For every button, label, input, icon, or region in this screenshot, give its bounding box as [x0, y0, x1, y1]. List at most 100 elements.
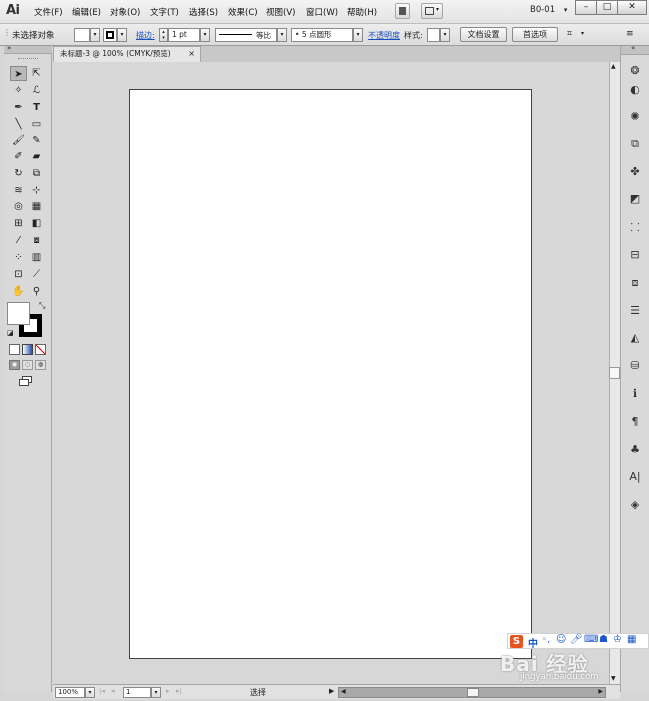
status-menu-icon[interactable]: ▶ — [329, 687, 334, 695]
graphic-styles-icon[interactable]: ◩ — [628, 192, 642, 206]
scroll-left-icon[interactable]: ◀ — [341, 688, 346, 695]
symbols-icon[interactable]: ✤ — [628, 165, 642, 179]
maximize-button[interactable]: □ — [596, 0, 618, 15]
menu-object[interactable]: 对象(O) — [110, 6, 140, 18]
zoom-dropdown[interactable]: ▾ — [85, 687, 95, 698]
scale-icon[interactable]: ⧉ — [28, 166, 45, 181]
tools-panel-header[interactable]: » — [4, 44, 52, 54]
next-artboard-icon[interactable]: ▸ — [166, 687, 170, 695]
opacity-label[interactable]: 不透明度 — [368, 30, 400, 41]
first-artboard-icon[interactable]: |◂ — [99, 687, 105, 695]
artboard-dropdown[interactable]: ▾ — [151, 687, 161, 698]
fill-swatch[interactable] — [74, 28, 90, 42]
close-button[interactable]: ✕ — [617, 0, 647, 15]
rotate-icon[interactable]: ↻ — [10, 166, 27, 181]
align-icon[interactable]: ⊟ — [628, 248, 642, 262]
stroke-weight-stepper[interactable]: ▴ ▾ — [159, 28, 168, 42]
horizontal-scrollbar[interactable]: ◀ ▶ — [338, 687, 606, 698]
profile-dropdown[interactable]: ▾ — [277, 28, 287, 42]
document-setup-button[interactable]: 文档设置 — [460, 27, 507, 42]
stroke-weight-field[interactable]: 1 pt — [168, 28, 200, 42]
mesh-icon[interactable]: ⊞ — [10, 216, 27, 231]
fill-color-box[interactable] — [7, 302, 30, 325]
stroke-icon[interactable]: ◭ — [628, 331, 642, 345]
preferences-button[interactable]: 首选项 — [512, 27, 558, 42]
artboard-number-field[interactable]: 1 — [123, 687, 151, 698]
appearance-icon[interactable]: ⸬ — [628, 221, 642, 235]
color-mode-icon[interactable] — [9, 344, 20, 355]
brush-definition[interactable]: • 5 点圆形 — [291, 28, 353, 42]
last-artboard-icon[interactable]: ▸| — [176, 687, 182, 695]
menu-edit[interactable]: 编辑(E) — [72, 6, 101, 18]
draw-inside-icon[interactable]: ◍ — [35, 360, 46, 370]
free-transform-icon[interactable]: ⊹ — [28, 183, 45, 198]
menu-help[interactable]: 帮助(H) — [347, 6, 377, 18]
ime-toolbar[interactable]: S 中 ◦, ☺ 🎤︎ ⌨ ☗ ♔ ▦ — [507, 633, 649, 650]
perspective-grid-icon[interactable]: ▦ — [28, 199, 45, 214]
panel-menu-icon[interactable]: ≡ — [626, 29, 634, 39]
style-swatch[interactable] — [427, 28, 440, 42]
color-panel-icon[interactable]: ❂ — [628, 64, 642, 78]
none-mode-icon[interactable] — [35, 344, 46, 355]
swatches-icon[interactable]: ✺ — [628, 110, 642, 124]
symbol-sprayer-icon[interactable]: ⁘ — [10, 250, 27, 265]
microphone-icon[interactable]: 🎤︎ — [570, 634, 583, 645]
menu-view[interactable]: 视图(V) — [266, 6, 295, 18]
keyboard-icon[interactable]: ⌨ — [584, 634, 598, 645]
brushes-icon[interactable]: ⧉ — [628, 137, 642, 151]
menu-window[interactable]: 窗口(W) — [306, 6, 338, 18]
transform-icon[interactable]: ⧈ — [628, 276, 642, 290]
stroke-label[interactable]: 描边: — [136, 30, 155, 41]
artboard[interactable] — [129, 89, 532, 659]
blend-icon[interactable]: ⧇ — [28, 233, 45, 248]
minimize-button[interactable]: – — [575, 0, 597, 15]
scroll-down-icon[interactable]: ▼ — [611, 675, 616, 682]
hand-icon[interactable]: ✋ — [10, 284, 27, 299]
gradient-icon[interactable]: ◧ — [28, 216, 45, 231]
arrange-documents-button[interactable]: ▾ — [421, 3, 443, 19]
line-segment-icon[interactable]: ╲ — [10, 117, 27, 132]
menu-effect[interactable]: 效果(C) — [228, 6, 258, 18]
links-icon[interactable]: ¶ — [628, 415, 642, 429]
slice-icon[interactable]: ⟋ — [28, 267, 45, 282]
variable-width-profile[interactable]: 等比 — [215, 28, 277, 42]
column-graph-icon[interactable]: ▥ — [28, 250, 45, 265]
color-guide-icon[interactable]: ◐ — [628, 83, 642, 97]
paintbrush-icon[interactable]: 🖌 — [10, 133, 27, 148]
blob-brush-icon[interactable]: ✐ — [10, 149, 27, 164]
zoom-field[interactable]: 100% — [55, 687, 85, 698]
selection-arrow-icon[interactable]: ➤ — [10, 66, 27, 81]
character-styles-icon[interactable]: A| — [628, 470, 642, 484]
stroke-dropdown[interactable]: ▾ — [117, 28, 127, 42]
lasso-icon[interactable]: ℒ — [28, 83, 45, 98]
transparency-icon[interactable]: ℹ — [628, 387, 642, 401]
brush-dropdown[interactable]: ▾ — [353, 28, 363, 42]
direct-selection-icon[interactable]: ⇱ — [28, 66, 45, 81]
document-tab[interactable]: 未标题-3 @ 100% (CMYK/预览) × — [53, 46, 201, 62]
draw-normal-icon[interactable]: ◉ — [9, 360, 20, 370]
warp-icon[interactable]: ≋ — [10, 183, 27, 198]
toolbox-icon[interactable]: ▦ — [627, 634, 636, 645]
layers-icon[interactable]: ◈ — [628, 498, 642, 512]
align-options-icon[interactable]: ⌗ — [567, 29, 572, 39]
fill-dropdown[interactable]: ▾ — [90, 28, 100, 42]
menu-type[interactable]: 文字(T) — [150, 6, 179, 18]
vertical-scroll-thumb[interactable] — [609, 367, 620, 379]
punctuation-icon[interactable]: ◦, — [542, 635, 550, 645]
menu-file[interactable]: 文件(F) — [34, 6, 63, 18]
rectangle-icon[interactable]: ▭ — [28, 117, 45, 132]
swap-fill-stroke-icon[interactable]: ⤡ — [39, 301, 45, 311]
bridge-button[interactable] — [395, 3, 410, 19]
gradient-panel-icon[interactable]: ⛁ — [628, 359, 642, 373]
menu-select[interactable]: 选择(S) — [189, 6, 218, 18]
skin-icon[interactable]: ♔ — [613, 634, 622, 645]
eyedropper-icon[interactable]: ⁄ — [10, 233, 27, 248]
gradient-mode-icon[interactable] — [22, 344, 33, 355]
eraser-icon[interactable]: ▰ — [28, 149, 45, 164]
zoom-icon[interactable]: ⚲ — [28, 284, 45, 299]
style-dropdown[interactable]: ▾ — [440, 28, 450, 42]
shape-builder-icon[interactable]: ◎ — [10, 199, 27, 214]
workspace-switcher[interactable]: B0-01 ▾ — [530, 5, 567, 15]
pathfinder-icon[interactable]: ☰ — [628, 304, 642, 318]
pencil-icon[interactable]: ✎ — [28, 133, 45, 148]
